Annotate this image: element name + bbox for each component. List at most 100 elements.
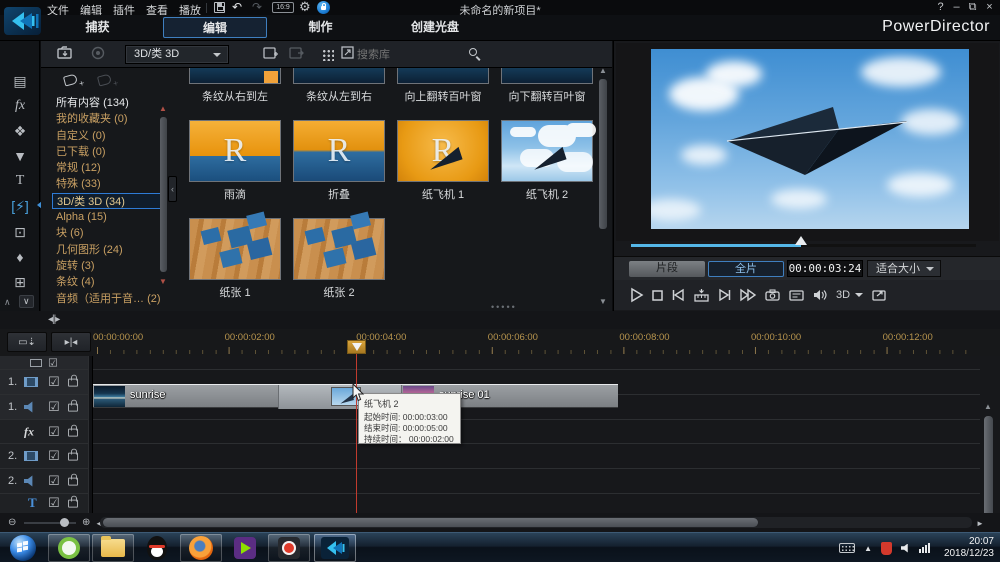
minimize-button[interactable]: – <box>949 1 964 13</box>
zoom-in-icon[interactable]: ⊕ <box>82 517 90 528</box>
collapse-categories-button[interactable]: ‹ <box>168 176 177 202</box>
restore-button[interactable]: ⧉ <box>965 1 980 14</box>
new-folder-icon[interactable] <box>263 46 278 60</box>
search-icon[interactable] <box>469 48 477 56</box>
enable-checkbox[interactable]: ☑ <box>48 399 60 415</box>
pip-objects-room-icon[interactable]: ❖ <box>0 123 40 140</box>
category-item[interactable]: 音频（适用于音… (2) <box>52 291 164 307</box>
transition-item[interactable]: R 纸飞机 1 <box>391 120 495 218</box>
render-preview-button[interactable] <box>694 289 709 302</box>
scroll-up-icon[interactable]: ▲ <box>599 66 607 75</box>
capture-media-icon[interactable] <box>91 46 106 60</box>
transition-thumbnail[interactable] <box>397 68 489 84</box>
delete-tag-icon[interactable] <box>97 73 112 86</box>
scroll-down-icon[interactable]: ▼ <box>599 297 607 306</box>
track-header-audio1[interactable]: 1. ☑ <box>0 395 88 420</box>
library-search[interactable] <box>357 45 457 64</box>
category-item[interactable]: 特殊 (33) <box>52 176 164 192</box>
taskbar-player-icon[interactable] <box>224 534 266 562</box>
lock-icon[interactable] <box>68 453 78 461</box>
transition-thumbnail[interactable] <box>189 68 281 84</box>
tab-edit[interactable]: 编辑 <box>163 17 267 38</box>
transition-thumbnail[interactable]: R <box>189 120 281 182</box>
transition-thumbnail[interactable] <box>501 120 593 182</box>
category-item[interactable]: 旋转 (3) <box>52 258 164 274</box>
input-method-icon[interactable] <box>839 543 855 553</box>
track-header-video2[interactable]: 2. ☑ <box>0 444 88 469</box>
transition-item[interactable]: 纸张 2 <box>287 218 391 309</box>
tab-create-disc[interactable]: 创建光盘 <box>390 17 480 38</box>
transition-item[interactable]: R 雨滴 <box>183 120 287 218</box>
enable-checkbox[interactable]: ☑ <box>48 495 60 511</box>
resize-thumbnails-icon[interactable] <box>341 46 354 59</box>
volume-tray-icon[interactable] <box>901 544 910 553</box>
splitter-handle-icon[interactable]: ◂||▸ <box>48 314 59 325</box>
timeline-splitter[interactable]: ◂||▸ <box>0 311 1000 329</box>
start-button[interactable] <box>2 534 44 562</box>
export-library-icon[interactable] <box>289 46 304 60</box>
particle-room-icon[interactable]: ▼ <box>0 148 40 164</box>
transition-thumbnail[interactable]: R <box>293 120 385 182</box>
taskbar-explorer-icon[interactable] <box>92 534 134 562</box>
scrollbar-thumb[interactable] <box>599 79 607 229</box>
track-header-audio2[interactable]: 2. ☑ <box>0 469 88 494</box>
category-item[interactable]: 所有内容 (134) <box>52 95 164 111</box>
enable-checkbox[interactable]: ☑ <box>48 448 60 464</box>
category-item[interactable]: 已下载 (0) <box>52 144 164 160</box>
fast-forward-button[interactable] <box>740 289 756 301</box>
category-item[interactable]: 块 (6) <box>52 225 164 241</box>
taskbar-recorder-icon[interactable] <box>268 534 310 562</box>
preview-video[interactable] <box>651 49 969 229</box>
category-item[interactable]: 3D/类 3D (34) <box>52 193 164 209</box>
volume-button[interactable] <box>813 289 827 301</box>
transition-thumbnail[interactable] <box>293 68 385 84</box>
lock-icon[interactable] <box>68 404 78 412</box>
category-item[interactable]: 条纹 (4) <box>52 274 164 290</box>
next-frame-button[interactable] <box>718 289 731 301</box>
transition-thumbnail[interactable] <box>501 68 593 84</box>
scrollbar-thumb[interactable] <box>103 518 758 527</box>
category-item[interactable]: 自定义 (0) <box>52 128 164 144</box>
play-button[interactable] <box>630 288 643 302</box>
timeline-ruler[interactable]: 00:00:00:0000:00:02:0000:00:04:0000:00:0… <box>93 329 980 356</box>
3d-mode-button[interactable]: 3D <box>836 286 863 304</box>
zoom-out-icon[interactable]: ⊖ <box>8 517 16 528</box>
media-room-icon[interactable]: ▤ <box>0 73 40 90</box>
timeline-horizontal-scrollbar[interactable] <box>100 517 972 528</box>
timecode-display[interactable]: 00:00:03:24 <box>787 260 863 277</box>
transition-thumbnail[interactable]: R <box>397 120 489 182</box>
transition-item[interactable]: 纸张 1 <box>183 218 287 309</box>
import-media-icon[interactable] <box>57 46 73 60</box>
lock-icon[interactable] <box>68 428 78 436</box>
show-hidden-icons[interactable]: ▲ <box>864 544 872 553</box>
scroll-up-icon[interactable]: ▲ <box>159 104 167 113</box>
track-header-video1[interactable]: 1. ☑ <box>0 370 88 395</box>
transition-item[interactable]: 纸飞机 2 <box>495 120 597 218</box>
lock-icon[interactable] <box>68 478 78 486</box>
category-item[interactable]: 常规 (12) <box>52 160 164 176</box>
zoom-slider-knob[interactable] <box>60 518 69 527</box>
transition-thumbnail[interactable] <box>293 218 385 280</box>
track-header-effect[interactable]: fx ☑ <box>0 420 88 444</box>
title-room-icon[interactable]: T <box>0 173 40 189</box>
rail-scroll-up-icon[interactable]: ∧ <box>4 297 11 308</box>
scrollbar-thumb[interactable] <box>984 416 993 521</box>
fit-size-dropdown[interactable]: 适合大小 <box>867 260 941 277</box>
previous-frame-button[interactable] <box>672 289 685 301</box>
taskbar-powerdirector-icon[interactable] <box>314 534 356 562</box>
scroll-right-icon[interactable]: ► <box>976 519 984 528</box>
chapter-room-icon[interactable]: ⊞ <box>0 274 40 291</box>
voice-record-room-icon[interactable]: ♦ <box>0 249 40 265</box>
movie-mode-button[interactable]: 全片 <box>708 261 784 277</box>
lock-icon[interactable] <box>68 379 78 387</box>
enable-checkbox[interactable]: ☑ <box>48 356 58 369</box>
transition-room-icon[interactable]: [⚡] <box>0 198 40 215</box>
taskbar-clock[interactable]: 20:07 2018/12/23 <box>944 536 994 560</box>
transition-thumbnail[interactable] <box>189 218 281 280</box>
scroll-down-icon[interactable]: ▼ <box>159 277 167 286</box>
transition-item[interactable]: 条纹从右到左 <box>183 68 287 120</box>
category-item[interactable]: Alpha (15) <box>52 209 164 225</box>
snapshot-button[interactable] <box>765 289 780 301</box>
scrollbar-thumb[interactable] <box>160 117 167 272</box>
enable-checkbox[interactable]: ☑ <box>48 424 60 440</box>
